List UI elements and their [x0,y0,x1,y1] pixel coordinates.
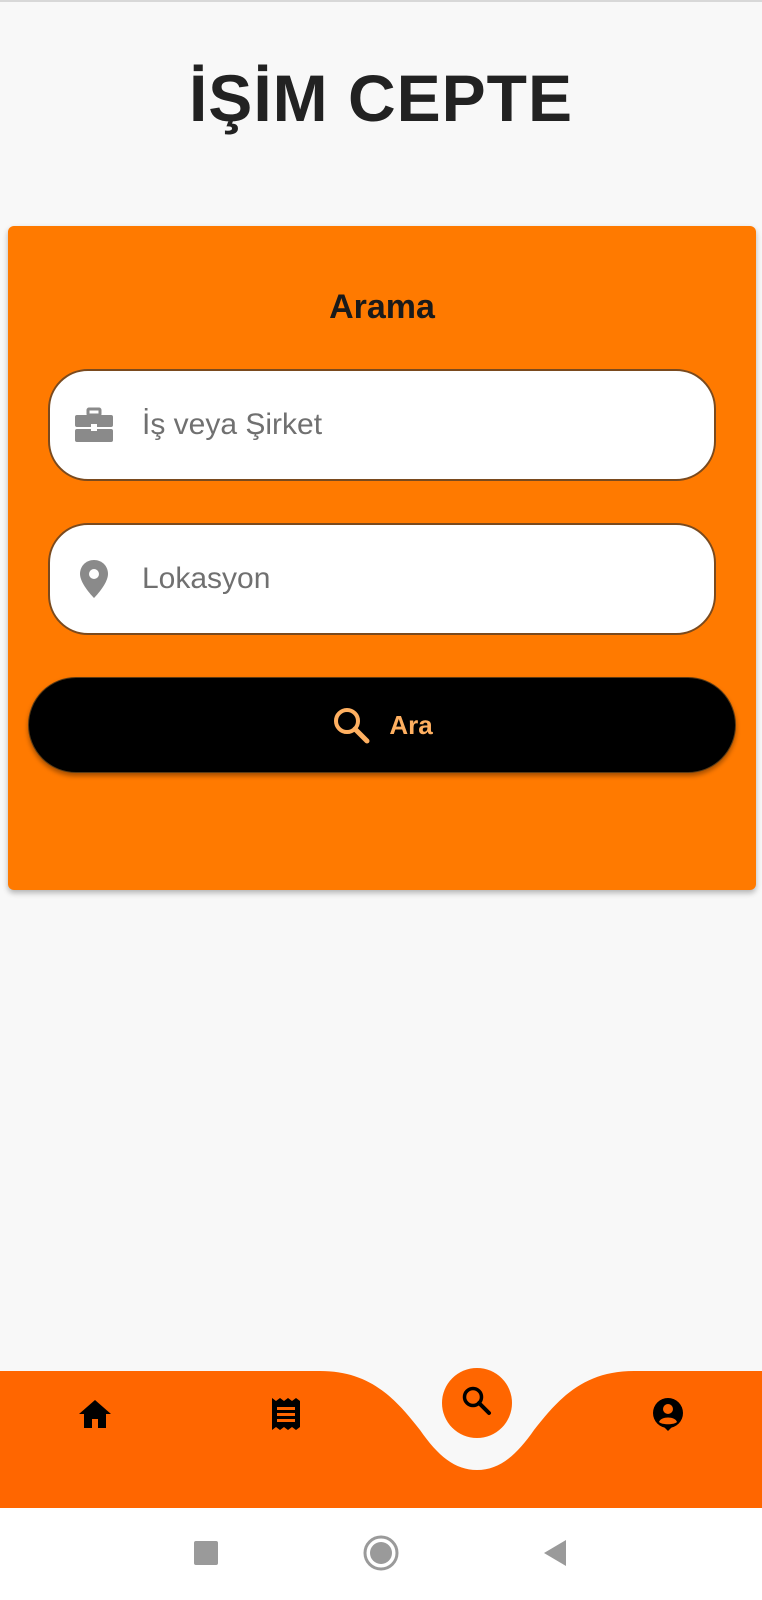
account-icon [651,1397,685,1436]
bottom-navigation [0,1368,762,1508]
list-icon [270,1396,302,1437]
home-icon [78,1399,112,1434]
nav-account[interactable] [638,1386,698,1446]
search-card-title: Arama [329,288,435,326]
search-icon [331,705,371,745]
search-card: Arama İş veya Şirket Lokasyon Ara [8,226,756,890]
system-home-button[interactable] [356,1530,406,1580]
nav-search[interactable] [442,1368,512,1438]
job-search-input[interactable] [142,408,682,442]
app-title: İŞİM CEPTE [188,61,574,135]
nav-listings[interactable] [256,1386,316,1446]
home-circle-icon [362,1534,400,1577]
job-search-field[interactable] [48,369,716,481]
search-icon [461,1385,493,1422]
search-button-label: Ara [389,709,433,740]
nav-home[interactable] [65,1386,125,1446]
app-screen: İŞİM CEPTE Arama İş veya Şirket Lokasyon… [0,0,762,1600]
back-button[interactable] [530,1530,580,1580]
recents-square-icon [193,1540,219,1571]
location-input[interactable] [142,562,682,596]
location-pin-icon [74,559,114,599]
recents-button[interactable] [181,1530,231,1580]
status-divider [0,0,762,2]
briefcase-icon [74,405,114,445]
back-triangle-icon [542,1539,568,1572]
search-button[interactable]: Ara [28,677,736,773]
system-navigation-bar [0,1508,762,1600]
location-field[interactable] [48,523,716,635]
